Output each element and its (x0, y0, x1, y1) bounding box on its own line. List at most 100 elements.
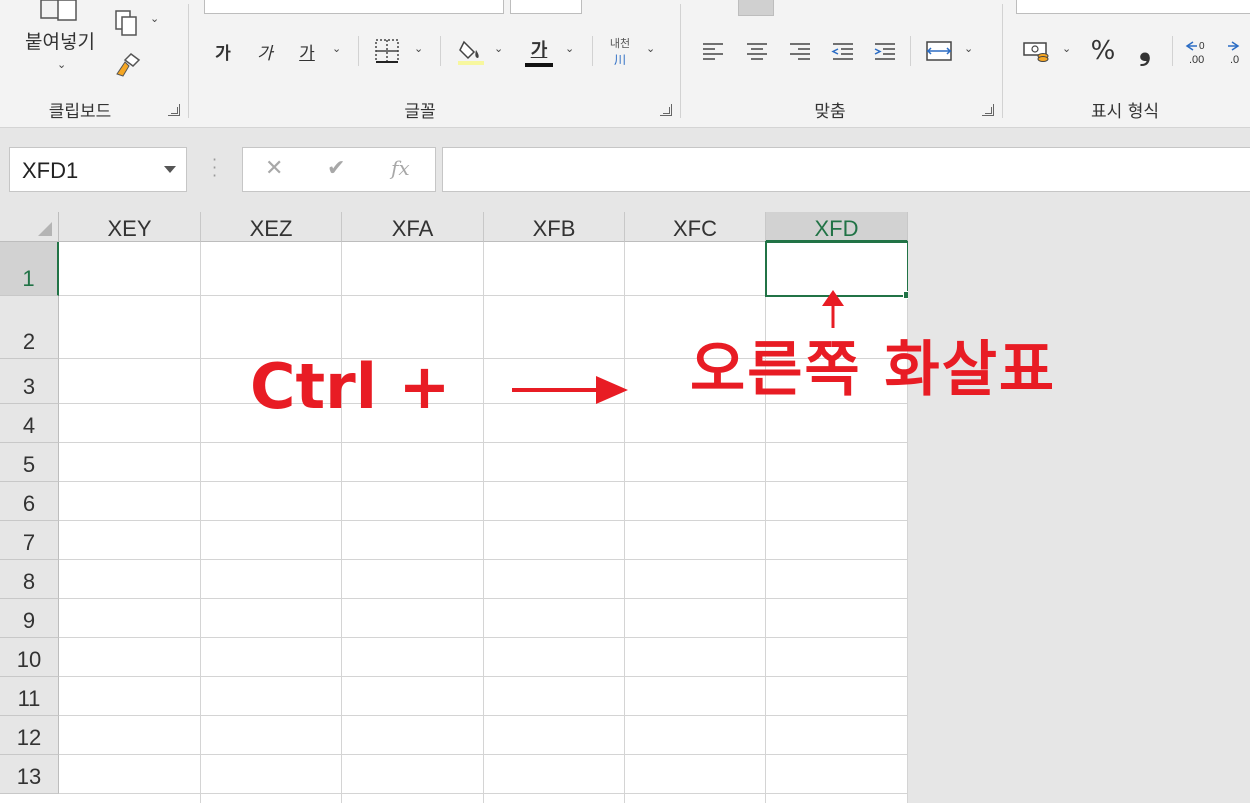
merge-center-icon[interactable] (922, 36, 956, 66)
paste-button[interactable]: 붙여넣기 (14, 26, 106, 54)
row-header-11[interactable]: 11 (0, 677, 59, 716)
align-right-icon[interactable] (785, 36, 815, 66)
row-gridline (59, 559, 908, 560)
align-left-icon[interactable] (698, 36, 728, 66)
select-all-button[interactable] (0, 212, 59, 242)
divider (188, 4, 189, 118)
svg-text:0: 0 (1199, 41, 1205, 52)
name-box[interactable]: XFD1 (9, 147, 187, 192)
accounting-format-icon[interactable] (1018, 36, 1054, 66)
column-gridline (341, 242, 342, 803)
column-gridline (765, 242, 766, 803)
formula-bar: XFD1 · · · ✕ ✔ fx (0, 128, 1250, 212)
font-group-label: 글꼴 (404, 102, 436, 122)
increase-indent-icon[interactable] (870, 36, 900, 66)
font-color-label: 가 (530, 39, 548, 61)
annotation-shortcut-text: Ctrl + (250, 350, 451, 423)
row-header-2[interactable]: 2 (0, 296, 59, 359)
alignment-group-label: 맞춤 (814, 102, 846, 122)
enter-icon[interactable]: ✔ (327, 156, 345, 181)
column-header-xfa[interactable]: XFA (342, 212, 484, 242)
percent-button[interactable]: % (1086, 34, 1120, 68)
divider (592, 36, 593, 66)
row-gridline (59, 598, 908, 599)
borders-icon[interactable] (370, 36, 404, 66)
accounting-dropdown-chevron-icon[interactable]: ⌄ (1062, 42, 1071, 55)
copy-dropdown-chevron-icon[interactable]: ⌄ (150, 12, 159, 25)
cancel-icon[interactable]: ✕ (265, 156, 283, 181)
phonetic-guide-button[interactable]: 내천 川 (602, 34, 638, 68)
active-cell-xfd1[interactable] (765, 241, 908, 297)
column-header-xfc[interactable]: XFC (625, 212, 766, 242)
formula-bar-grip-icon[interactable]: · · · (212, 152, 217, 184)
font-color-button[interactable]: 가 (520, 34, 558, 68)
fill-color-dropdown-chevron-icon[interactable]: ⌄ (494, 42, 503, 55)
column-header-xfd[interactable]: XFD (766, 212, 908, 242)
row-header-10[interactable]: 10 (0, 638, 59, 677)
column-header-xez[interactable]: XEZ (201, 212, 342, 242)
row-header-8[interactable]: 8 (0, 560, 59, 599)
row-header-5[interactable]: 5 (0, 443, 59, 482)
bold-button[interactable]: 가 (208, 36, 238, 66)
font-color-swatch (525, 62, 553, 67)
number-group-label: 표시 형식 (1091, 102, 1159, 122)
underline-dropdown-chevron-icon[interactable]: ⌄ (332, 42, 341, 55)
worksheet-grid[interactable]: XEY XEZ XFA XFB XFC XFD 1 2 3 4 5 6 7 8 9 10 11 12 13 (0, 212, 908, 803)
row-header-6[interactable]: 6 (0, 482, 59, 521)
ribbon: 붙여넣기 ⌄ ⌄ 클립보드 가 가 가 ⌄ ⌄ ⌄ 가 ⌄ 내천 川 ⌄ 글꼴 (0, 0, 1250, 128)
row-gridline (59, 754, 908, 755)
font-size-box[interactable] (510, 0, 582, 14)
align-center-icon[interactable] (742, 36, 772, 66)
row-header-1[interactable]: 1 (0, 242, 59, 296)
percent-label: % (1090, 36, 1116, 66)
phonetic-label: 내천 (609, 36, 631, 50)
format-painter-icon[interactable] (112, 50, 144, 80)
svg-text:.00: .00 (1189, 54, 1204, 66)
font-name-box[interactable] (204, 0, 504, 14)
fill-handle[interactable] (903, 291, 908, 299)
row-gridline (59, 715, 908, 716)
copy-icon[interactable] (112, 8, 142, 38)
row-header-3[interactable]: 3 (0, 359, 59, 404)
number-format-box[interactable] (1016, 0, 1250, 14)
italic-button[interactable]: 가 (250, 36, 280, 66)
row-header-12[interactable]: 12 (0, 716, 59, 755)
phonetic-dropdown-chevron-icon[interactable]: ⌄ (646, 42, 655, 55)
clipboard-group-label: 클립보드 (48, 102, 112, 122)
clipboard-dialog-launcher-icon[interactable] (168, 104, 180, 116)
column-header-xfb[interactable]: XFB (484, 212, 625, 242)
column-gridline (200, 242, 201, 803)
decrease-decimal-icon[interactable]: .0 (1226, 36, 1250, 66)
row-header-4[interactable]: 4 (0, 404, 59, 443)
increase-decimal-icon[interactable]: 0.00 (1182, 36, 1218, 66)
phonetic-icon: 川 (613, 52, 626, 67)
paste-icon[interactable] (38, 0, 94, 22)
row-gridline (59, 793, 908, 794)
name-box-dropdown-icon[interactable] (164, 166, 176, 173)
insert-function-icon[interactable]: fx (391, 156, 410, 180)
fill-color-icon[interactable] (454, 34, 488, 68)
comma-style-button[interactable]: ❟ (1130, 32, 1160, 67)
underline-button[interactable]: 가 (292, 36, 322, 66)
row-header-9[interactable]: 9 (0, 599, 59, 638)
divider (440, 36, 441, 66)
divider (910, 36, 911, 66)
font-dialog-launcher-icon[interactable] (660, 104, 672, 116)
annotation-right-arrow-icon (512, 376, 628, 404)
formula-input[interactable] (442, 147, 1250, 192)
decrease-indent-icon[interactable] (828, 36, 858, 66)
row-header-7[interactable]: 7 (0, 521, 59, 560)
column-header-xey[interactable]: XEY (59, 212, 201, 242)
borders-dropdown-chevron-icon[interactable]: ⌄ (414, 42, 423, 55)
font-color-dropdown-chevron-icon[interactable]: ⌄ (565, 42, 574, 55)
column-gridline (907, 242, 908, 803)
row-gridline (59, 520, 908, 521)
row-header-13[interactable]: 13 (0, 755, 59, 794)
merge-dropdown-chevron-icon[interactable]: ⌄ (964, 42, 973, 55)
paste-dropdown-chevron-icon[interactable]: ⌄ (57, 58, 66, 71)
divider (1172, 36, 1173, 66)
alignment-dialog-launcher-icon[interactable] (982, 104, 994, 116)
orientation-box[interactable] (738, 0, 774, 16)
paste-label: 붙여넣기 (25, 30, 95, 53)
underline-label: 가 (299, 43, 315, 64)
